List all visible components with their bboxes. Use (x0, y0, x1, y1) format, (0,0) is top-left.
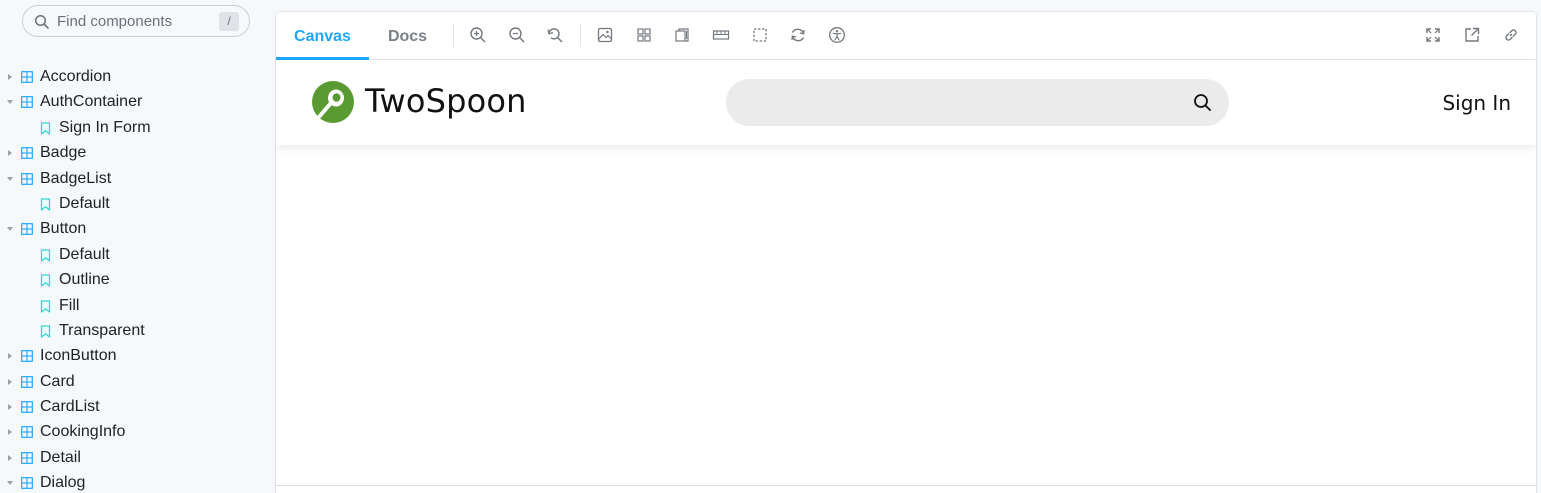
preview-panel: Canvas Docs TwoSpoon Sign In (276, 12, 1536, 493)
bookmark-icon (40, 274, 51, 287)
toolbar: Canvas Docs (276, 12, 1536, 60)
component-grid-icon (21, 401, 33, 413)
story-canvas: TwoSpoon Sign In (276, 60, 1536, 485)
sidebar-story-sign-in-form[interactable]: Sign In Form (0, 115, 270, 140)
bookmark-icon (40, 299, 51, 313)
toolbar-divider (580, 24, 581, 47)
sidebar-story-default[interactable]: Default (0, 191, 270, 216)
tab-docs[interactable]: Docs (369, 12, 446, 59)
sidebar-item-label: Accordion (40, 68, 112, 85)
chevron-down-icon[interactable] (7, 176, 13, 181)
accessibility-icon[interactable] (828, 26, 846, 44)
chevron-down-icon[interactable] (7, 100, 13, 105)
chevron-right-icon[interactable] (8, 150, 12, 157)
component-grid-icon (21, 147, 33, 160)
sidebar-item-label: Dialog (40, 474, 86, 492)
sidebar-component-cookinginfo[interactable]: CookingInfo (0, 419, 270, 444)
sidebar-item-label: IconButton (40, 347, 117, 365)
chevron-right-icon[interactable] (8, 429, 12, 436)
sidebar-item-label: CardList (40, 398, 100, 416)
remount-icon[interactable] (789, 26, 807, 44)
sidebar-component-badgelist[interactable]: BadgeList (0, 166, 270, 191)
sign-in-link[interactable]: Sign In (1442, 91, 1511, 115)
chevron-right-icon[interactable] (8, 404, 12, 411)
sidebar-component-iconbutton[interactable]: IconButton (0, 343, 270, 368)
sidebar-component-cardlist[interactable]: CardList (0, 394, 270, 419)
sidebar-item-label: Button (40, 220, 87, 238)
sidebar-component-authcontainer[interactable]: AuthContainer (0, 89, 270, 114)
fullscreen-icon[interactable] (1424, 26, 1442, 44)
sidebar-story-default[interactable]: Default (0, 242, 270, 267)
component-grid-icon (21, 375, 33, 388)
sidebar-item-label: Transparent (59, 321, 145, 339)
sidebar-component-card[interactable]: Card (0, 369, 270, 394)
measure-icon[interactable] (712, 26, 730, 44)
sidebar-item-label: Default (59, 245, 110, 263)
search-icon (34, 14, 49, 29)
spoon-logo-icon[interactable] (312, 81, 354, 123)
component-grid-icon (21, 451, 33, 464)
bookmark-icon (40, 198, 51, 211)
sidebar-component-detail[interactable]: Detail (0, 445, 270, 470)
brand-name[interactable]: TwoSpoon (365, 82, 527, 120)
zoom-in-icon[interactable] (469, 26, 487, 44)
component-grid-icon (21, 477, 33, 490)
sidebar-item-label: Sign In Form (59, 118, 151, 136)
background-icon[interactable] (596, 26, 614, 44)
component-grid-icon (21, 223, 33, 236)
chevron-down-icon[interactable] (7, 481, 13, 486)
zoom-reset-icon[interactable] (546, 26, 564, 44)
canvas-bottom-border (276, 485, 1536, 486)
sidebar-item-label: Card (40, 372, 75, 390)
sidebar-story-fill[interactable]: Fill (0, 293, 270, 318)
chevron-right-icon[interactable] (8, 74, 12, 80)
sidebar-item-label: AuthContainer (40, 93, 143, 111)
search-placeholder: Find components (57, 13, 173, 30)
tab-canvas[interactable]: Canvas (276, 12, 369, 60)
component-grid-icon (21, 172, 33, 185)
zoom-out-icon[interactable] (508, 26, 526, 44)
sidebar-item-label: BadgeList (40, 169, 112, 187)
open-new-tab-icon[interactable] (1463, 26, 1481, 44)
sidebar-story-transparent[interactable]: Transparent (0, 318, 270, 343)
viewport-icon[interactable] (673, 26, 691, 44)
copy-link-icon[interactable] (1502, 26, 1520, 44)
search-icon[interactable] (1193, 93, 1212, 112)
sidebar-component-accordion[interactable]: Accordion (0, 64, 270, 89)
sidebar-item-label: Outline (59, 271, 110, 289)
component-grid-icon (21, 426, 33, 439)
component-grid-icon (21, 350, 33, 363)
toolbar-divider (453, 24, 454, 47)
sidebar-component-dialog[interactable]: Dialog (0, 470, 270, 493)
chevron-right-icon[interactable] (8, 353, 12, 360)
chevron-right-icon[interactable] (8, 454, 12, 461)
outline-icon[interactable] (751, 26, 769, 44)
sidebar-item-label: Default (59, 194, 110, 212)
bookmark-icon (40, 325, 51, 338)
shortcut-key-badge: / (219, 12, 239, 31)
sidebar: Find components / Accordion AuthContainer… (0, 0, 270, 493)
component-grid-icon (21, 96, 33, 109)
component-tree: Accordion AuthContainer Sign In Form Badge B… (0, 64, 270, 493)
sidebar-component-button[interactable]: Button (0, 216, 270, 241)
sidebar-component-badge[interactable]: Badge (0, 140, 270, 165)
chevron-down-icon[interactable] (7, 227, 13, 232)
app-search-input[interactable] (726, 79, 1229, 126)
sidebar-item-label: CookingInfo (40, 423, 126, 441)
app-header: TwoSpoon Sign In (276, 60, 1536, 145)
component-grid-icon (21, 71, 33, 83)
bookmark-icon (40, 122, 51, 135)
sidebar-item-label: Fill (59, 296, 80, 314)
sidebar-story-outline[interactable]: Outline (0, 267, 270, 292)
bookmark-icon (40, 249, 51, 262)
sidebar-item-label: Detail (40, 448, 81, 466)
chevron-right-icon[interactable] (8, 378, 12, 385)
find-components-search[interactable]: Find components / (22, 5, 250, 37)
grid-icon[interactable] (635, 26, 653, 44)
sidebar-item-label: Badge (40, 144, 87, 162)
